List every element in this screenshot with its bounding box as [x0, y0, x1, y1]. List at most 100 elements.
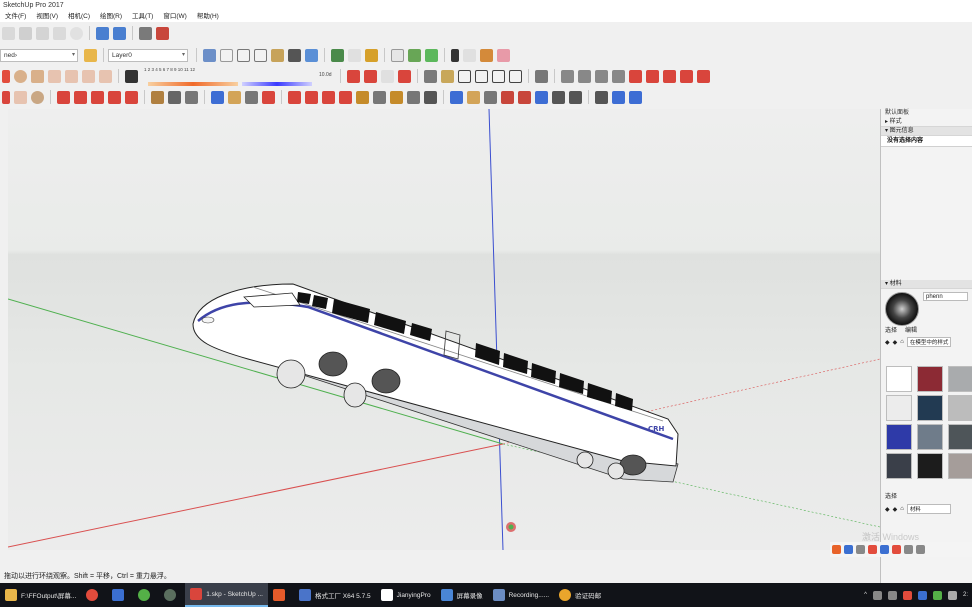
circle-icon[interactable] — [14, 69, 27, 83]
follow-me-icon[interactable] — [363, 69, 377, 83]
tab-edit[interactable]: 编辑 — [905, 327, 917, 336]
paint-bucket-icon[interactable] — [480, 48, 493, 62]
viewport-canvas[interactable]: CRH — [8, 109, 880, 550]
zoom-extents-icon[interactable] — [262, 90, 275, 104]
task-chrome[interactable] — [81, 583, 107, 607]
menu-tools[interactable]: 工具(T) — [127, 11, 158, 22]
material-name-field[interactable]: phenn — [923, 292, 968, 301]
tape-measure-icon[interactable] — [151, 90, 164, 104]
style-select[interactable]: ned› ▾ — [0, 48, 78, 62]
component-icon[interactable] — [463, 48, 476, 62]
zoom-tool-icon[interactable] — [484, 90, 497, 104]
menu-file[interactable]: 文件(F) — [0, 11, 31, 22]
shadow-icon[interactable] — [391, 48, 404, 62]
swatch[interactable] — [948, 453, 972, 479]
rotate-icon[interactable] — [645, 69, 659, 83]
scale-icon[interactable] — [662, 69, 676, 83]
3d-text-icon[interactable] — [390, 90, 403, 104]
crh-train-model[interactable]: CRH — [192, 283, 679, 483]
style-icon[interactable] — [84, 48, 97, 62]
match-photo-icon[interactable] — [125, 69, 138, 83]
styles-section[interactable]: ▸ 样式 — [881, 118, 972, 127]
section-plane-icon[interactable] — [331, 48, 344, 62]
tray-app-icon[interactable] — [932, 590, 942, 600]
materials-section[interactable]: ▾ 材料 — [881, 280, 972, 289]
arc-icon[interactable] — [48, 69, 61, 83]
xray-icon[interactable] — [203, 48, 216, 62]
building-icon[interactable] — [508, 69, 522, 83]
swatch[interactable] — [917, 395, 943, 421]
section-cut-icon[interactable] — [348, 48, 361, 62]
menu-window[interactable]: 窗口(W) — [158, 11, 191, 22]
library-bottom-select[interactable]: 材料 — [906, 504, 951, 514]
task-sketchup[interactable]: 1.skp - SketchUp ... — [185, 583, 268, 607]
forward-icon[interactable]: ◆ — [893, 506, 898, 513]
task-app-dark[interactable] — [159, 583, 185, 607]
ime-punct-icon[interactable] — [856, 545, 865, 554]
zoom-icon[interactable] — [245, 90, 258, 104]
freehand-icon[interactable] — [99, 69, 112, 83]
layer-select[interactable]: Layer0 ▾ — [108, 48, 188, 62]
shaded-textures-icon[interactable] — [271, 48, 284, 62]
menu-camera[interactable]: 相机(C) — [63, 11, 95, 22]
back-icon[interactable]: ◆ — [885, 339, 890, 346]
ime-skin-icon[interactable] — [904, 545, 913, 554]
followme-tool-icon[interactable] — [108, 90, 121, 104]
zoom-extents-tool-icon[interactable] — [518, 90, 531, 104]
text-icon[interactable] — [373, 90, 386, 104]
tray-app-icon[interactable] — [887, 590, 897, 600]
zoom-window-icon[interactable] — [501, 90, 514, 104]
paint-icon[interactable] — [407, 90, 420, 104]
back-edges-icon[interactable] — [305, 48, 318, 62]
arc-tool-icon[interactable] — [14, 90, 27, 104]
rectangle-icon[interactable] — [2, 69, 10, 83]
home-icon[interactable]: ⌂ — [900, 339, 904, 345]
outer-shell-icon[interactable] — [397, 69, 411, 83]
group-icon[interactable] — [423, 69, 437, 83]
forward-icon[interactable]: ◆ — [893, 339, 898, 346]
task-verification[interactable]: 验证码邮 — [554, 583, 606, 607]
swatch[interactable] — [886, 366, 912, 392]
menu-draw[interactable]: 绘图(R) — [95, 11, 127, 22]
task-recording[interactable]: Recording...... — [488, 583, 554, 607]
rotate-tool-icon[interactable] — [91, 90, 104, 104]
sandbox-icon[interactable] — [696, 69, 710, 83]
model-info-icon[interactable] — [156, 26, 169, 40]
material-library-select[interactable]: 在模型中的样式 — [906, 337, 952, 347]
volume-icon[interactable] — [947, 590, 957, 600]
dimension-icon[interactable] — [168, 90, 181, 104]
tray-app-icon[interactable] — [902, 590, 912, 600]
back-icon[interactable]: ◆ — [885, 506, 890, 513]
next-view-icon[interactable] — [552, 90, 565, 104]
eraser-icon[interactable] — [497, 48, 510, 62]
pushpull-tool-icon[interactable] — [74, 90, 87, 104]
task-explorer[interactable]: F:\FFOutput\屏幕... — [0, 583, 81, 607]
tab-select[interactable]: 选择 — [885, 327, 897, 336]
section-fill-icon[interactable] — [365, 48, 378, 62]
menu-view[interactable]: 视图(V) — [31, 11, 63, 22]
material-thumbnail[interactable] — [885, 292, 919, 326]
entity-info-section[interactable]: ▾ 图元信息 — [881, 127, 972, 136]
wireframe-icon[interactable] — [220, 48, 233, 62]
cut-icon[interactable] — [19, 26, 32, 40]
task-wps[interactable] — [268, 583, 294, 607]
polygon-icon[interactable] — [31, 69, 44, 83]
swatch[interactable] — [948, 366, 972, 392]
look-around-icon[interactable] — [322, 90, 335, 104]
task-jianying[interactable]: JianyingPro — [376, 583, 436, 607]
subtract-icon[interactable] — [594, 69, 608, 83]
task-app-blue[interactable] — [107, 583, 133, 607]
select-arrow-icon[interactable] — [451, 48, 459, 62]
component-box-icon[interactable] — [440, 69, 454, 83]
solid-tool-icon[interactable] — [534, 69, 548, 83]
model-viewport[interactable]: CRH — [8, 109, 880, 550]
push-pull-icon[interactable] — [346, 69, 360, 83]
monochrome-icon[interactable] — [288, 48, 301, 62]
ime-emoji-icon[interactable] — [868, 545, 877, 554]
swatch[interactable] — [886, 453, 912, 479]
paste-icon[interactable] — [53, 26, 66, 40]
gear-icon[interactable] — [629, 90, 642, 104]
section-plane-tool-icon[interactable] — [339, 90, 352, 104]
swatch[interactable] — [917, 424, 943, 450]
walkthrough-icon[interactable] — [424, 90, 437, 104]
